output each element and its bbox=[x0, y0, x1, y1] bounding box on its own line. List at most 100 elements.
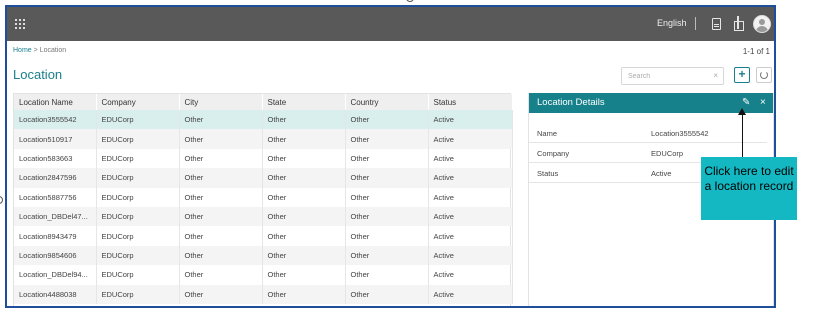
breadcrumb-current: Location bbox=[39, 47, 67, 54]
details-title: Location Details bbox=[537, 97, 605, 108]
language-selector[interactable]: English bbox=[657, 18, 687, 28]
cell-state: Other bbox=[262, 148, 346, 169]
cell-location-name: Location3555542 bbox=[14, 110, 97, 130]
cell-location-name: Location510917 bbox=[14, 129, 97, 149]
app-window: English Home > Location 1-1 of 1 Locatio… bbox=[5, 5, 776, 308]
cell-country: Other bbox=[345, 206, 429, 227]
cell-location-name: Location4488038 bbox=[14, 284, 97, 304]
cell-status: Active bbox=[428, 245, 513, 266]
cell-city: Other bbox=[179, 148, 263, 169]
cell-company: EDUCorp bbox=[96, 265, 180, 285]
cell-status: Active bbox=[428, 226, 513, 246]
cell-company: EDUCorp bbox=[96, 187, 180, 207]
column-header-city[interactable]: City bbox=[179, 94, 263, 110]
details-header: Location Details ✎ × bbox=[529, 93, 773, 113]
cell-company: EDUCorp bbox=[96, 284, 180, 304]
locations-table: Location Name Company City State Country… bbox=[13, 93, 513, 306]
cell-location-name: Location5887756 bbox=[14, 187, 97, 207]
search-box[interactable]: × bbox=[621, 67, 724, 85]
cell-location-name: Location8943479 bbox=[14, 226, 97, 246]
annotation-circle-fragment bbox=[406, 0, 414, 2]
cell-city: Other bbox=[179, 226, 263, 246]
annotation-circle-fragment bbox=[0, 196, 3, 204]
cell-state: Other bbox=[262, 284, 346, 304]
table-row[interactable]: Location3555542 EDUCorp Other Other Othe… bbox=[14, 110, 513, 130]
column-header-company[interactable]: Company bbox=[96, 94, 180, 110]
cell-status: Active bbox=[428, 284, 513, 304]
column-header-country[interactable]: Country bbox=[345, 94, 429, 110]
cell-country: Other bbox=[345, 148, 429, 169]
table-row[interactable]: Location4488038 EDUCorp Other Other Othe… bbox=[14, 284, 513, 304]
callout-pointer-line bbox=[742, 113, 743, 160]
cell-company: EDUCorp bbox=[96, 206, 180, 227]
cell-state: Other bbox=[262, 168, 346, 188]
cell-city: Other bbox=[179, 168, 263, 188]
close-icon[interactable]: × bbox=[760, 93, 770, 113]
cell-state: Other bbox=[262, 110, 346, 130]
cell-state: Other bbox=[262, 265, 346, 285]
cell-city: Other bbox=[179, 284, 263, 304]
cell-country: Other bbox=[345, 226, 429, 246]
detail-label: Status bbox=[537, 169, 559, 178]
cell-state: Other bbox=[262, 206, 346, 227]
table-row[interactable]: Location5887756 EDUCorp Other Other Othe… bbox=[14, 187, 513, 207]
cell-country: Other bbox=[345, 245, 429, 266]
column-header-state[interactable]: State bbox=[262, 94, 346, 110]
cell-city: Other bbox=[179, 129, 263, 149]
cell-company: EDUCorp bbox=[96, 110, 180, 130]
page-title: Location bbox=[13, 67, 63, 82]
cell-status: Active bbox=[428, 187, 513, 207]
cell-city: Other bbox=[179, 187, 263, 207]
cell-company: EDUCorp bbox=[96, 245, 180, 266]
cell-status: Active bbox=[428, 206, 513, 227]
detail-label: Name bbox=[537, 129, 558, 138]
cell-company: EDUCorp bbox=[96, 148, 180, 169]
breadcrumb-separator: > bbox=[33, 47, 38, 54]
refresh-button[interactable] bbox=[756, 67, 772, 83]
cell-country: Other bbox=[345, 110, 429, 130]
cell-country: Other bbox=[345, 265, 429, 285]
edit-callout-annotation: Click here to edit a location record bbox=[701, 157, 797, 220]
cell-city: Other bbox=[179, 245, 263, 266]
cell-state: Other bbox=[262, 187, 346, 207]
apps-grid-icon[interactable] bbox=[15, 19, 25, 29]
cell-state: Other bbox=[262, 226, 346, 246]
table-row[interactable]: Location8943479 EDUCorp Other Other Othe… bbox=[14, 226, 513, 246]
add-location-button[interactable]: + bbox=[734, 67, 750, 83]
cell-location-name: Location_DBDel94... bbox=[14, 265, 97, 285]
breadcrumb-home[interactable]: Home bbox=[13, 47, 32, 54]
cell-status: Active bbox=[428, 110, 513, 130]
detail-value: Active bbox=[651, 169, 672, 178]
table-row[interactable]: Location510917 EDUCorp Other Other Other… bbox=[14, 129, 513, 149]
column-header-location-name[interactable]: Location Name bbox=[14, 94, 97, 110]
document-icon[interactable] bbox=[712, 18, 721, 30]
cell-country: Other bbox=[345, 187, 429, 207]
search-input[interactable] bbox=[622, 68, 707, 84]
table-row[interactable]: Location2847596 EDUCorp Other Other Othe… bbox=[14, 168, 513, 188]
table-row[interactable]: Location_DBDel47... EDUCorp Other Other … bbox=[14, 206, 513, 227]
detail-label: Company bbox=[537, 149, 570, 158]
cell-status: Active bbox=[428, 265, 513, 285]
cell-status: Active bbox=[428, 129, 513, 149]
cell-location-name: Location583663 bbox=[14, 148, 97, 169]
cell-location-name: Location9854606 bbox=[14, 245, 97, 266]
detail-value: EDUCorp bbox=[651, 149, 684, 158]
cell-city: Other bbox=[179, 110, 263, 130]
table-row[interactable]: Location583663 EDUCorp Other Other Other… bbox=[14, 148, 513, 169]
cell-country: Other bbox=[345, 168, 429, 188]
gift-icon[interactable] bbox=[733, 16, 744, 31]
top-bar: English bbox=[7, 7, 774, 41]
pagination-count: 1-1 of 1 bbox=[742, 47, 770, 56]
column-header-status[interactable]: Status bbox=[428, 94, 513, 110]
divider bbox=[695, 17, 696, 30]
detail-value: Location3555542 bbox=[651, 129, 709, 138]
table-header-row: Location Name Company City State Country… bbox=[14, 94, 513, 110]
cell-status: Active bbox=[428, 148, 513, 169]
cell-country: Other bbox=[345, 284, 429, 304]
table-row[interactable]: Location9854606 EDUCorp Other Other Othe… bbox=[14, 245, 513, 266]
clear-search-icon[interactable]: × bbox=[713, 71, 718, 80]
table-row[interactable]: Location_DBDel94... EDUCorp Other Other … bbox=[14, 265, 513, 285]
cell-state: Other bbox=[262, 245, 346, 266]
breadcrumb: Home > Location bbox=[13, 47, 66, 54]
user-avatar-icon[interactable] bbox=[753, 15, 771, 33]
